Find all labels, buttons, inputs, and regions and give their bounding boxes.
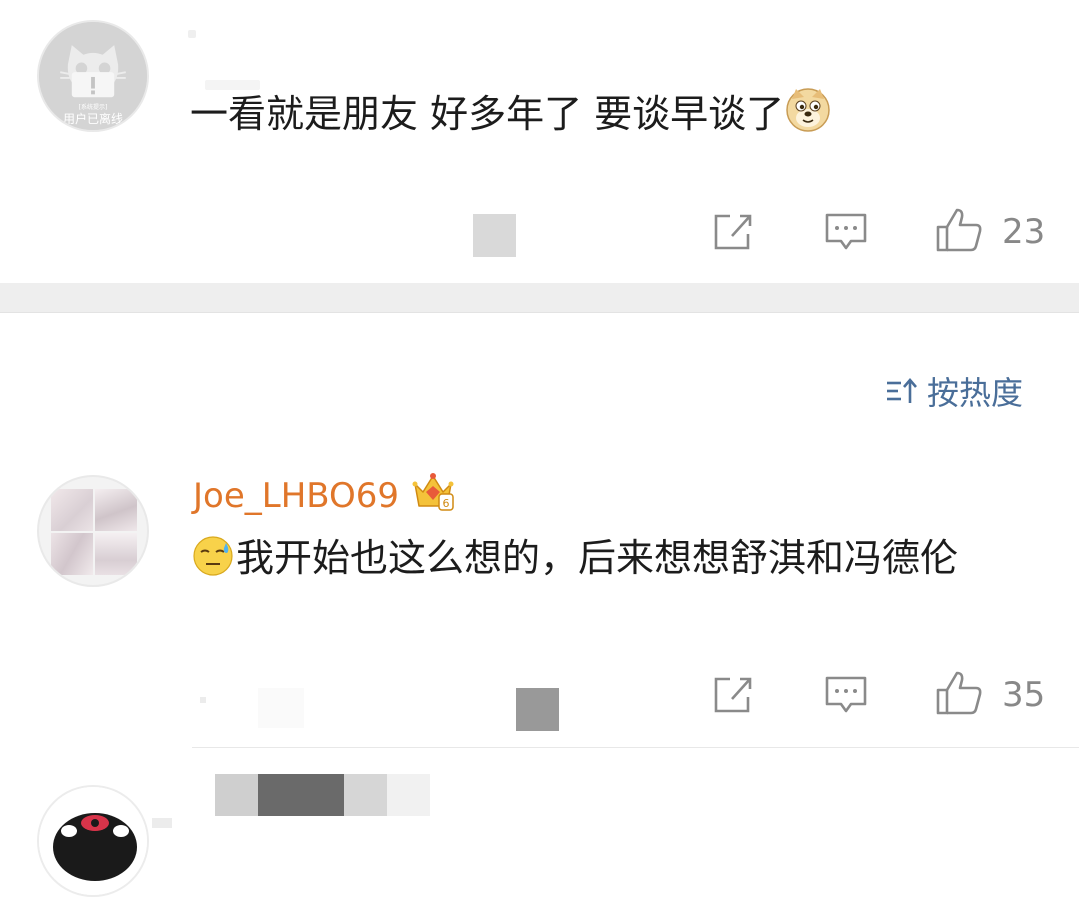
reply-button[interactable]: [824, 212, 868, 252]
vip-crown-icon: 6: [411, 470, 455, 521]
cat-photo-grid: [51, 489, 137, 575]
like-count: 35: [1002, 675, 1046, 715]
redaction-mark: [215, 774, 258, 816]
share-button[interactable]: [710, 210, 754, 254]
sort-icon: [887, 378, 917, 403]
section-separator: [0, 283, 1079, 313]
sort-by-hot-button[interactable]: 按热度: [885, 368, 1023, 414]
comment-icon: [825, 676, 867, 713]
comment-text-content: 一看就是朋友 好多年了 要谈早谈了: [190, 92, 785, 136]
comment-divider: [192, 747, 1079, 748]
like-count: 23: [1002, 212, 1046, 252]
comment-text-content: 我开始也这么想的，后来想想舒淇和冯德伦: [236, 536, 959, 580]
like-button[interactable]: [935, 670, 983, 716]
username-redacted: [188, 30, 196, 38]
avatar[interactable]: [系统提示] 用户已离线: [37, 20, 149, 132]
thumbs-up-icon: [936, 671, 982, 715]
sweat-face-icon: [192, 535, 234, 593]
avatar-caption: 用户已离线: [62, 112, 123, 126]
like-button[interactable]: [935, 207, 983, 253]
sort-label: 按热度: [927, 374, 1024, 412]
avatar[interactable]: [37, 785, 149, 897]
redaction-mark: [258, 688, 304, 728]
reply-button[interactable]: [824, 675, 868, 715]
redaction-mark: [344, 774, 387, 816]
thumbs-up-icon: [936, 208, 982, 252]
redaction-mark: [473, 214, 516, 257]
share-icon: [714, 677, 752, 713]
comment-text: 我开始也这么想的，后来想想舒淇和冯德伦: [192, 529, 1022, 593]
redaction-mark: [258, 774, 344, 816]
share-icon: [714, 214, 752, 250]
doge-icon: [784, 85, 832, 149]
redaction-mark: [387, 774, 430, 816]
svg-text:6: 6: [443, 497, 450, 510]
avatar[interactable]: [37, 475, 149, 587]
username: Joe_LHBO69: [193, 475, 400, 516]
username-link[interactable]: Joe_LHBO69 6: [193, 470, 455, 521]
redaction-mark: [516, 688, 559, 731]
share-button[interactable]: [710, 673, 754, 717]
redaction-mark: [152, 818, 172, 828]
comment-icon: [825, 213, 867, 250]
redaction-mark: [200, 697, 206, 703]
comment-1: [系统提示] 用户已离线 一看就是朋友 好多年了 要谈早谈了 23: [0, 0, 1079, 283]
cartoon-avatar-icon: [39, 787, 147, 895]
comment-text: 一看就是朋友 好多年了 要谈早谈了: [190, 85, 834, 149]
